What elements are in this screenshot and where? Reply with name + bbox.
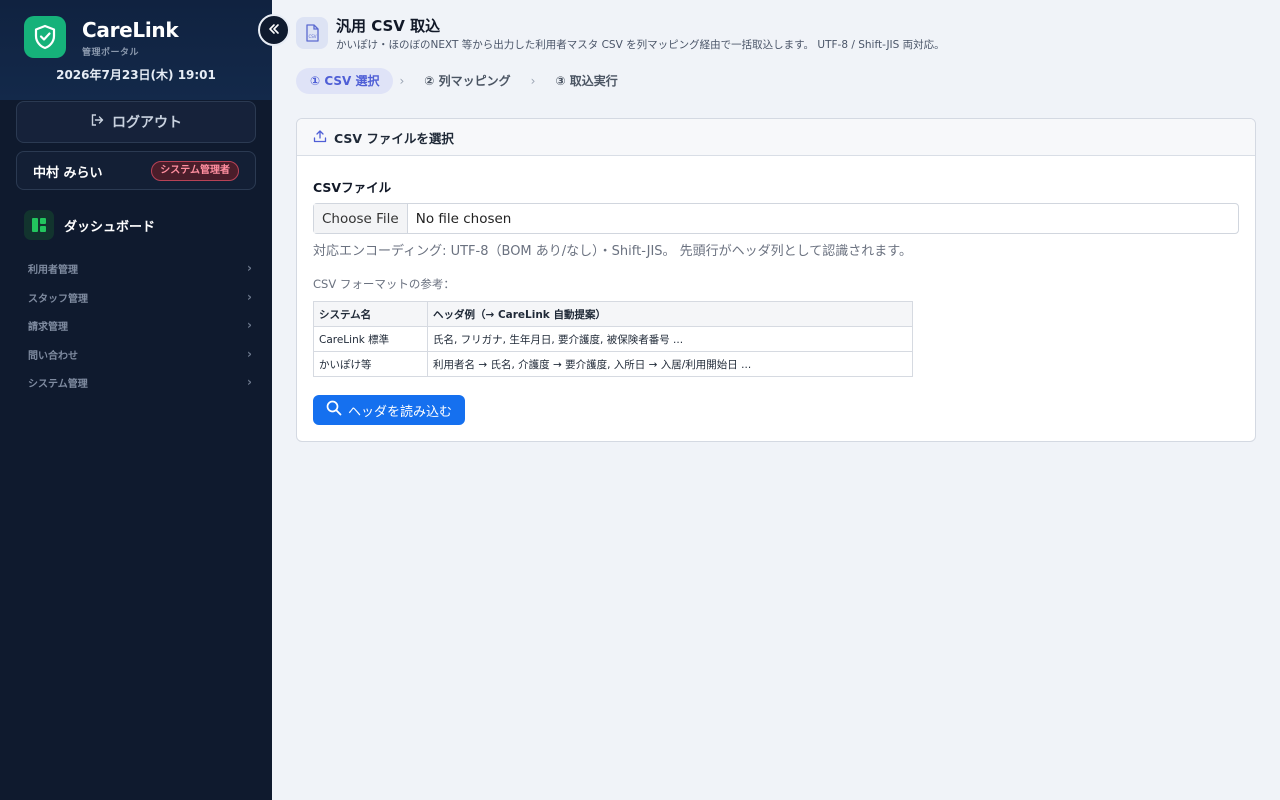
csv-file-label: CSVファイル [313,180,392,195]
table-header-cell: システム名 [313,301,428,327]
svg-text:CSV: CSV [308,34,316,39]
nav-group-label: 問い合わせ [28,350,78,362]
chevron-right-icon: › [247,290,252,304]
logout-button[interactable]: ログアウト [16,101,256,143]
chevron-right-icon: › [247,318,252,332]
table-header-row: システム名 ヘッダ例（→ CareLink 自動提案） [313,301,913,327]
nav-group-label: 利用者管理 [28,264,78,276]
nav-group-staff[interactable]: スタッフ管理 › [28,287,252,307]
step-column-mapping[interactable]: ② 列マッピング [410,68,524,94]
nav-group-billing[interactable]: 請求管理 › [28,315,252,335]
double-chevron-left-icon [267,21,281,40]
upload-icon [313,128,327,147]
logout-label: ログアウト [112,115,182,131]
chevron-right-icon: › [247,375,252,389]
table-cell: CareLink 標準 [313,326,428,352]
sidebar: CareLink 管理ポータル 2026年7月23日(木) 19:01 ログアウ… [0,0,272,800]
collapse-sidebar-button[interactable] [258,14,290,46]
nav-group-users[interactable]: 利用者管理 › [28,258,252,278]
file-status-text: No file chosen [415,210,512,227]
sidebar-header: CareLink 管理ポータル 2026年7月23日(木) 19:01 [0,0,272,100]
nav-group-inquiries[interactable]: 問い合わせ › [28,344,252,364]
dashboard-grid-icon [24,210,54,240]
chevron-right-icon: › [247,347,252,361]
table-cell: かいぽけ等 [313,351,428,377]
brand-subtitle: 管理ポータル [82,48,140,58]
nav-group-label: システム管理 [28,378,88,390]
chevron-right-icon: › [530,74,536,88]
format-reference-label: CSV フォーマットの参考： [313,277,455,291]
user-name: 中村 みらい [33,166,103,181]
chevron-right-icon: › [399,74,405,88]
page-description: かいぽけ・ほのぼのNEXT 等から出力した利用者マスタ CSV を列マッピング経… [336,39,945,51]
role-badge: システム管理者 [151,161,239,181]
read-headers-label: ヘッダを読み込む [347,404,452,420]
chevron-right-icon: › [247,261,252,275]
encoding-help-text: 対応エンコーディング: UTF-8（BOM あり/なし）・Shift-JIS。 … [313,244,912,259]
logout-icon [90,113,104,131]
card-header: CSV ファイルを選択 [297,119,1255,156]
step-csv-select[interactable]: ① CSV 選択 [296,68,394,94]
search-icon [326,400,342,420]
sidebar-item-dashboard[interactable]: ダッシュボード [24,210,256,240]
table-header-cell: ヘッダ例（→ CareLink 自動提案） [427,301,913,327]
stepper: ① CSV 選択 › ② 列マッピング › ③ 取込実行 [296,68,632,94]
table-row: かいぽけ等 利用者名 → 氏名, 介護度 → 要介護度, 入所日 → 入居/利用… [313,351,913,377]
csv-file-icon: CSV [296,17,328,49]
table-cell: 利用者名 → 氏名, 介護度 → 要介護度, 入所日 → 入居/利用開始日 ..… [427,351,913,377]
shield-check-icon [24,16,66,58]
current-datetime: 2026年7月23日(木) 19:01 [56,68,216,82]
csv-select-card: CSV ファイルを選択 CSVファイル Choose File No file … [296,118,1256,442]
page-title: 汎用 CSV 取込 [336,17,441,35]
nav-group-system[interactable]: システム管理 › [28,372,252,392]
nav-group-label: 請求管理 [28,321,68,333]
format-reference-table: システム名 ヘッダ例（→ CareLink 自動提案） CareLink 標準 … [313,301,913,377]
table-row: CareLink 標準 氏名, フリガナ, 生年月日, 要介護度, 被保険者番号… [313,326,913,352]
sidebar-item-label: ダッシュボード [64,219,156,235]
choose-file-button[interactable]: Choose File [314,204,408,233]
table-cell: 氏名, フリガナ, 生年月日, 要介護度, 被保険者番号 ... [427,326,913,352]
brand-name: CareLink [82,18,179,42]
user-card: 中村 みらい システム管理者 [16,151,256,190]
read-headers-button[interactable]: ヘッダを読み込む [313,395,465,425]
step-import-run[interactable]: ③ 取込実行 [541,68,631,94]
nav-group-label: スタッフ管理 [28,293,88,305]
csv-file-input[interactable]: Choose File No file chosen [313,203,1239,234]
card-title: CSV ファイルを選択 [334,130,454,146]
